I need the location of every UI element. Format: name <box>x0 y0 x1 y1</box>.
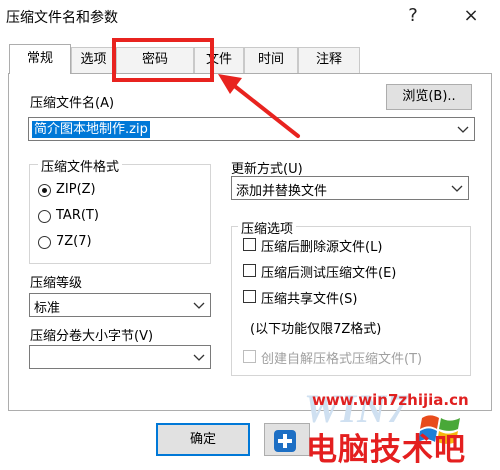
annotation-arrow-icon <box>218 74 300 138</box>
test-archive-label[interactable]: 压缩后测试压缩文件(E) <box>261 262 396 281</box>
brand-watermark: 电脑技术吧 <box>306 432 466 468</box>
format-tar-label[interactable]: TAR(T) <box>56 208 99 223</box>
delete-source-label[interactable]: 压缩后删除源文件(L) <box>261 236 382 255</box>
compression-level-value: 标准 <box>34 301 61 316</box>
brand-plus-icon <box>274 430 296 452</box>
tab-options[interactable]: 选项 <box>71 47 116 73</box>
format-7z-radio[interactable] <box>38 236 51 249</box>
format-zip-radio[interactable] <box>38 184 51 197</box>
window-title: 压缩文件名和参数 <box>6 10 118 26</box>
test-archive-checkbox[interactable] <box>243 264 256 277</box>
sfx-label: 创建自解压格式压缩文件(T) <box>261 352 423 367</box>
update-method-value: 添加并替换文件 <box>236 184 328 199</box>
chevron-down-icon[interactable] <box>450 180 464 196</box>
format-group-title: 压缩文件格式 <box>38 156 123 175</box>
7z-only-note: (以下功能仅限7Z格式) <box>250 322 382 337</box>
annotation-highlight-box <box>112 38 214 82</box>
close-button[interactable]: × <box>458 4 484 28</box>
split-volume-label: 压缩分卷大小字节(V) <box>30 329 154 344</box>
chevron-down-icon[interactable] <box>192 297 206 313</box>
help-button[interactable]: ? <box>400 4 426 28</box>
split-volume-combo[interactable] <box>29 345 211 369</box>
shared-files-label[interactable]: 压缩共享文件(S) <box>261 288 357 307</box>
tab-general[interactable]: 常规 <box>9 44 71 74</box>
compression-level-select[interactable]: 标准 <box>29 293 211 317</box>
ok-button[interactable]: 确定 <box>156 423 250 456</box>
sfx-checkbox[interactable] <box>243 350 256 363</box>
chevron-down-icon[interactable] <box>456 121 470 137</box>
compression-level-label: 压缩等级 <box>30 276 83 291</box>
shared-files-checkbox[interactable] <box>243 290 256 303</box>
watermark-url: www.win7zhijia.cn <box>312 391 469 409</box>
chevron-down-icon[interactable] <box>192 349 206 365</box>
delete-source-checkbox[interactable] <box>243 238 256 251</box>
format-zip-label[interactable]: ZIP(Z) <box>56 182 96 197</box>
format-7z-label[interactable]: 7Z(7) <box>56 234 92 249</box>
tab-comment[interactable]: 注释 <box>298 47 360 73</box>
format-tar-radio[interactable] <box>38 210 51 223</box>
browse-button[interactable]: 浏览(B).. <box>386 84 472 110</box>
compression-options-title: 压缩选项 <box>238 218 297 237</box>
archive-name-label: 压缩文件名(A) <box>30 96 115 111</box>
archive-name-value[interactable]: 简介图本地制作.zip <box>32 121 150 138</box>
update-method-select[interactable]: 添加并替换文件 <box>231 176 469 200</box>
update-method-label: 更新方式(U) <box>231 162 303 177</box>
